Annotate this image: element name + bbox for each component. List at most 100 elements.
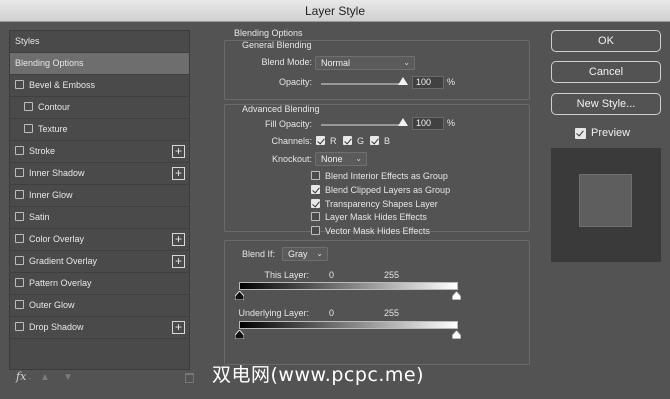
drop-shadow-checkbox[interactable] — [15, 322, 24, 331]
new-style-button[interactable]: New Style... — [551, 93, 661, 115]
general-blending-group: General Blending Blend Mode: Normal ⌄ Op… — [224, 40, 530, 100]
channel-b[interactable]: B — [370, 136, 390, 146]
this-layer-black-thumb[interactable] — [235, 291, 244, 300]
option-blend-interior[interactable]: Blend Interior Effects as Group — [311, 171, 448, 181]
styles-item-label: Stroke — [29, 146, 56, 156]
option-label: Transparency Shapes Layer — [325, 199, 438, 209]
fill-opacity-input[interactable]: 100 — [412, 117, 444, 130]
trash-icon[interactable] — [185, 373, 194, 383]
this-layer-gradient — [239, 282, 458, 290]
styles-item-label: Pattern Overlay — [29, 278, 92, 288]
advanced-blending-title: Advanced Blending — [242, 104, 320, 114]
underlying-gradient — [239, 321, 458, 329]
styles-item-bevel-emboss[interactable]: Bevel & Emboss — [10, 75, 189, 97]
blend-if-group: Blend If: Gray ⌄ This Layer: 0 255 Under… — [224, 240, 530, 365]
knockout-value: None — [321, 154, 343, 164]
styles-item-inner-glow[interactable]: Inner Glow — [10, 185, 189, 207]
general-blending-title: General Blending — [242, 40, 312, 50]
styles-item-pattern-overlay[interactable]: Pattern Overlay — [10, 273, 189, 295]
preview-label: Preview — [591, 127, 631, 139]
watermark-text: 双电网(www.pcpc.me) — [212, 364, 424, 386]
option-layer-mask[interactable]: Layer Mask Hides Effects — [311, 212, 427, 222]
bevel-emboss-checkbox[interactable] — [15, 80, 24, 89]
add-drop-shadow-plus-icon[interactable]: + — [172, 321, 185, 334]
blend-if-dropdown[interactable]: Gray ⌄ — [282, 247, 328, 261]
opacity-label: Opacity: — [278, 77, 312, 87]
blend-if-value: Gray — [288, 249, 308, 259]
styles-item-label: Texture — [38, 124, 68, 134]
styles-item-satin[interactable]: Satin — [10, 207, 189, 229]
blend-if-label: Blend If: — [242, 249, 276, 259]
styles-item-contour[interactable]: Contour — [10, 97, 189, 119]
knockout-dropdown[interactable]: None ⌄ — [315, 152, 367, 166]
add-gradient-overlay-plus-icon[interactable]: + — [172, 255, 185, 268]
fill-opacity-label: Fill Opacity: — [264, 119, 312, 129]
fx-icon[interactable]: fx — [16, 370, 26, 383]
this-layer-white-thumb[interactable] — [452, 291, 461, 300]
styles-item-stroke[interactable]: Stroke + — [10, 141, 189, 163]
window-title: Layer Style — [0, 0, 670, 22]
styles-item-drop-shadow[interactable]: Drop Shadow + — [10, 317, 189, 339]
this-layer-max: 255 — [384, 270, 400, 280]
underlying-white-thumb[interactable] — [452, 330, 461, 339]
option-blend-clipped[interactable]: Blend Clipped Layers as Group — [311, 185, 450, 195]
blend-mode-dropdown[interactable]: Normal ⌄ — [315, 56, 415, 70]
channel-g[interactable]: G — [343, 136, 364, 146]
satin-checkbox[interactable] — [15, 212, 24, 221]
styles-item-label: Contour — [38, 102, 71, 112]
outer-glow-checkbox[interactable] — [15, 300, 24, 309]
texture-checkbox[interactable] — [24, 124, 33, 133]
blend-interior-checkbox[interactable] — [311, 171, 320, 180]
styles-item-texture[interactable]: Texture — [10, 119, 189, 141]
fill-opacity-slider-thumb[interactable] — [398, 118, 408, 126]
preview-swatch — [579, 174, 632, 227]
preview-checkbox[interactable] — [575, 128, 586, 139]
opacity-unit: % — [447, 77, 456, 87]
vector-mask-checkbox[interactable] — [311, 226, 320, 235]
channel-r-checkbox[interactable] — [316, 136, 325, 145]
channel-b-label: B — [384, 136, 391, 146]
transparency-shapes-checkbox[interactable] — [311, 199, 320, 208]
opacity-slider-track[interactable] — [321, 83, 403, 85]
preview-thumbnail — [551, 148, 661, 262]
option-transparency-shapes[interactable]: Transparency Shapes Layer — [311, 199, 438, 209]
option-vector-mask[interactable]: Vector Mask Hides Effects — [311, 226, 430, 236]
contour-checkbox[interactable] — [24, 102, 33, 111]
styles-item-label: Color Overlay — [29, 234, 85, 244]
styles-item-blending-options[interactable]: Blending Options — [10, 53, 189, 75]
move-up-arrow-icon[interactable]: ▲ — [40, 372, 50, 383]
blending-options-panel: Blending Options General Blending Blend … — [217, 28, 533, 390]
chevron-down-icon: ⌄ — [403, 58, 410, 67]
add-color-overlay-plus-icon[interactable]: + — [172, 233, 185, 246]
fill-opacity-slider-track[interactable] — [321, 124, 403, 126]
add-stroke-plus-icon[interactable]: + — [172, 145, 185, 158]
color-overlay-checkbox[interactable] — [15, 234, 24, 243]
add-inner-shadow-plus-icon[interactable]: + — [172, 167, 185, 180]
underlying-black-thumb[interactable] — [235, 330, 244, 339]
styles-item-gradient-overlay[interactable]: Gradient Overlay + — [10, 251, 189, 273]
ok-button[interactable]: OK — [551, 30, 661, 52]
channel-b-checkbox[interactable] — [370, 136, 379, 145]
styles-item-color-overlay[interactable]: Color Overlay + — [10, 229, 189, 251]
channel-g-checkbox[interactable] — [343, 136, 352, 145]
gradient-overlay-checkbox[interactable] — [15, 256, 24, 265]
stroke-checkbox[interactable] — [15, 146, 24, 155]
styles-list: Styles Blending Options Bevel & Emboss C… — [9, 30, 190, 370]
styles-item-outer-glow[interactable]: Outer Glow — [10, 295, 189, 317]
option-label: Blend Clipped Layers as Group — [325, 185, 451, 195]
chevron-down-icon: ⌄ — [316, 249, 323, 258]
inner-shadow-checkbox[interactable] — [15, 168, 24, 177]
channel-r[interactable]: R — [316, 136, 337, 146]
inner-glow-checkbox[interactable] — [15, 190, 24, 199]
blend-clipped-checkbox[interactable] — [311, 185, 320, 194]
opacity-slider-thumb[interactable] — [398, 77, 408, 85]
styles-item-inner-shadow[interactable]: Inner Shadow + — [10, 163, 189, 185]
opacity-input[interactable]: 100 — [412, 76, 444, 89]
option-label: Vector Mask Hides Effects — [325, 226, 430, 236]
option-label: Blend Interior Effects as Group — [325, 171, 448, 181]
pattern-overlay-checkbox[interactable] — [15, 278, 24, 287]
move-down-arrow-icon[interactable]: ▼ — [63, 372, 73, 383]
styles-header-item[interactable]: Styles — [10, 31, 189, 53]
layer-mask-checkbox[interactable] — [311, 212, 320, 221]
cancel-button[interactable]: Cancel — [551, 61, 661, 83]
